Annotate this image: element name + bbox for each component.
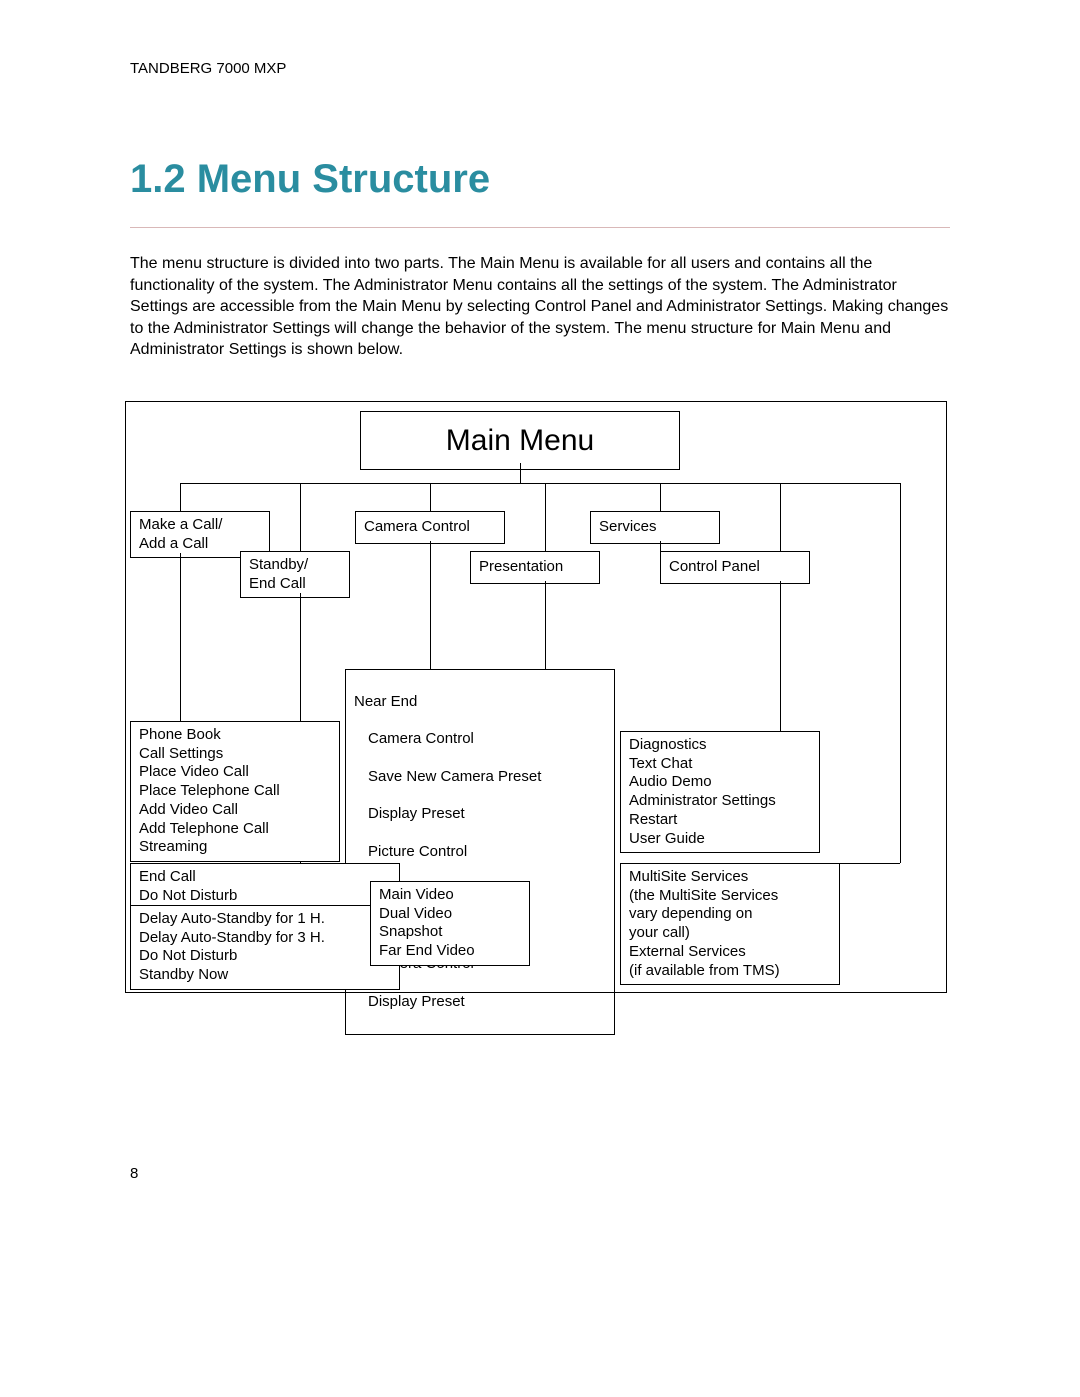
node-end-call-submenu: End Call Do Not Disturb [130,863,400,911]
node-standby-end-call: Standby/ End Call [240,551,350,599]
connector [180,483,900,484]
camera-sub-l1: Near End [354,693,417,710]
camera-sub-l5: Picture Control [368,843,606,862]
connector [430,483,431,511]
page: TANDBERG 7000 MXP 1.2 Menu Structure The… [0,0,1080,1397]
node-standby-submenu: Delay Auto-Standby for 1 H. Delay Auto-S… [130,905,400,990]
camera-sub-l4: Display Preset [368,805,606,824]
node-control-panel-submenu: Diagnostics Text Chat Audio Demo Adminis… [620,731,820,854]
title-rule [130,227,950,228]
node-services-submenu: MultiSite Services (the MultiSite Servic… [620,863,840,986]
menu-structure-diagram: Main Menu Make a Call/ Add a Call Camera… [130,401,950,991]
connector [660,483,661,511]
camera-sub-l9: Display Preset [368,993,606,1012]
node-main-menu: Main Menu [360,411,680,471]
node-presentation-submenu: Main Video Dual Video Snapshot Far End V… [370,881,530,966]
camera-sub-l2: Camera Control [368,730,606,749]
node-control-panel: Control Panel [660,551,810,584]
node-services: Services [590,511,720,544]
connector [300,483,301,551]
node-call-submenu: Phone Book Call Settings Place Video Cal… [130,721,340,862]
intro-paragraph: The menu structure is divided into two p… [130,253,950,361]
connector [660,541,661,551]
section-title: 1.2 Menu Structure [130,157,950,202]
connector [780,581,781,731]
camera-sub-l3: Save New Camera Preset [368,768,606,787]
node-presentation: Presentation [470,551,600,584]
connector [780,483,781,551]
connector [180,553,181,721]
connector [520,463,521,483]
connector [545,483,546,551]
connector [430,541,431,669]
node-camera-control: Camera Control [355,511,505,544]
connector [900,483,901,551]
page-number: 8 [130,1165,138,1182]
document-header: TANDBERG 7000 MXP [130,60,950,77]
connector [900,551,901,863]
connector [180,483,181,511]
